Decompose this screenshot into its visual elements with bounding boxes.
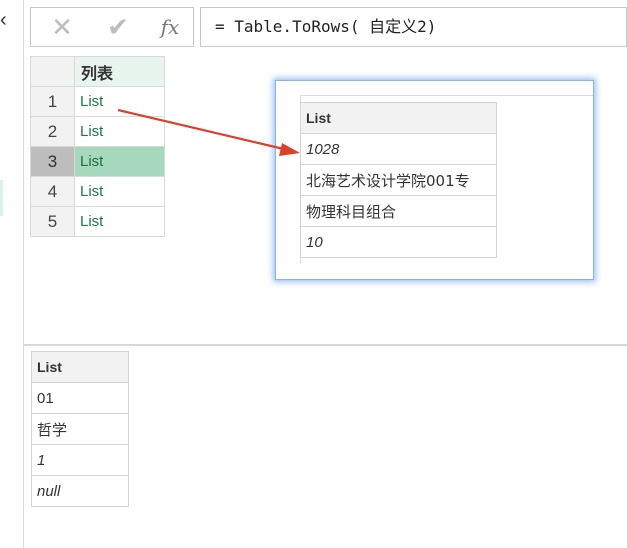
checkmark-icon[interactable]: ✔ <box>105 14 131 40</box>
data-grid: 列表 1 List 2 List 3 List 4 List 5 List <box>30 56 165 237</box>
list-item: 北海艺术设计学院001专 <box>300 164 497 196</box>
formula-input[interactable]: = Table.ToRows( 自定义2) <box>200 7 627 47</box>
grid-corner[interactable] <box>30 56 75 87</box>
queries-pane-edge <box>23 0 24 548</box>
row-number[interactable]: 5 <box>30 206 75 237</box>
list-item: 1 <box>31 444 129 476</box>
list-item: 1028 <box>300 133 497 165</box>
row-number[interactable]: 1 <box>30 86 75 117</box>
chevron-left-icon[interactable]: ‹ <box>0 8 14 32</box>
table-row-selected[interactable]: 3 List <box>30 146 165 177</box>
preview-pane-divider[interactable] <box>24 344 627 346</box>
table-row[interactable]: 2 List <box>30 116 165 147</box>
query-selection-marker <box>0 180 3 216</box>
list-cell[interactable]: List <box>74 206 165 237</box>
list-preview-popup: List 1028 北海艺术设计学院001专 物理科目组合 10 <box>275 80 594 280</box>
power-query-editor: ‹ ✕ ✔ fx = Table.ToRows( 自定义2) 列表 1 List… <box>0 0 627 548</box>
row-number[interactable]: 3 <box>30 146 75 177</box>
list-cell[interactable]: List <box>74 176 165 207</box>
column-header-list[interactable]: 列表 <box>74 56 165 87</box>
list-item: null <box>31 475 129 507</box>
table-row[interactable]: 5 List <box>30 206 165 237</box>
close-icon[interactable]: ✕ <box>49 14 75 40</box>
list-item: 物理科目组合 <box>300 195 497 227</box>
list-cell[interactable]: List <box>74 146 165 177</box>
table-row[interactable]: 1 List <box>30 86 165 117</box>
list-item: 01 <box>31 382 129 414</box>
list-item: 10 <box>300 226 497 258</box>
row-number[interactable]: 2 <box>30 116 75 147</box>
formula-bar-tools: ✕ ✔ fx <box>30 7 194 47</box>
list-cell[interactable]: List <box>74 116 165 147</box>
list-item: 哲学 <box>31 413 129 445</box>
bottom-list-table: List 01 哲学 1 null <box>31 351 129 507</box>
popup-divider <box>300 95 593 96</box>
row-number[interactable]: 4 <box>30 176 75 207</box>
grid-header-row: 列表 <box>30 56 165 87</box>
list-cell[interactable]: List <box>74 86 165 117</box>
table-row[interactable]: 4 List <box>30 176 165 207</box>
popup-list-table: List 1028 北海艺术设计学院001专 物理科目组合 10 <box>300 102 497 258</box>
popup-list-header: List <box>300 102 497 134</box>
bottom-list-header: List <box>31 351 129 383</box>
fx-icon[interactable]: fx <box>157 14 183 40</box>
